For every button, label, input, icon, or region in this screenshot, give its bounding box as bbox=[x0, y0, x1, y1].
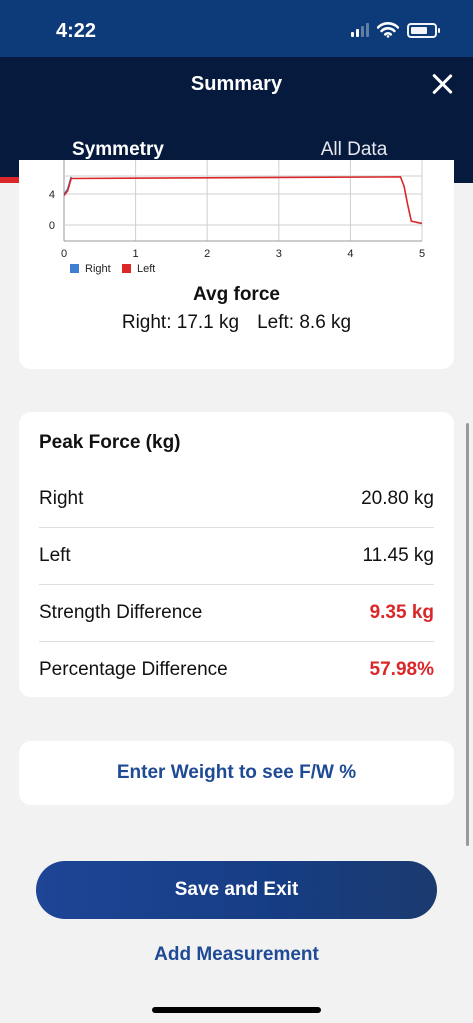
row-value: 9.35 kg bbox=[369, 602, 434, 623]
force-chart-card: 0 4 0 1 2 3 4 5 Right Left Avg force Right: 17.1 … bbox=[19, 160, 454, 369]
peak-row-strength-difference: Strength Difference 9.35 kg bbox=[39, 584, 434, 641]
y-tick-label: 0 bbox=[49, 220, 55, 232]
x-tick-label: 1 bbox=[133, 248, 139, 260]
x-tick-label: 5 bbox=[419, 248, 425, 260]
enter-weight-button[interactable]: Enter Weight to see F/W % bbox=[19, 741, 454, 805]
series-line-left bbox=[64, 176, 422, 225]
row-value: 20.80 kg bbox=[361, 487, 434, 509]
peak-row-right: Right 20.80 kg bbox=[39, 470, 434, 527]
row-label: Percentage Difference bbox=[39, 659, 228, 680]
home-indicator bbox=[152, 1007, 321, 1013]
force-chart: 0 4 0 1 2 3 4 5 Right Left bbox=[49, 160, 425, 275]
legend-swatch-left bbox=[122, 264, 131, 273]
x-tick-label: 3 bbox=[276, 248, 282, 260]
legend-label-left: Left bbox=[137, 263, 155, 275]
row-label: Right bbox=[39, 487, 84, 509]
status-bar: 4:22 bbox=[0, 0, 473, 57]
avg-force-right: Right: 17.1 kg bbox=[121, 312, 240, 333]
row-label: Strength Difference bbox=[39, 602, 203, 623]
status-time: 4:22 bbox=[56, 20, 97, 42]
save-and-exit-button[interactable]: Save and Exit bbox=[36, 861, 437, 919]
x-tick-label: 2 bbox=[204, 248, 210, 260]
wifi-icon bbox=[377, 22, 399, 38]
x-tick-label: 4 bbox=[347, 248, 353, 260]
page-title: Summary bbox=[190, 73, 283, 95]
row-value: 11.45 kg bbox=[362, 545, 434, 566]
legend-label-right: Right bbox=[85, 263, 111, 275]
avg-force-title: Avg force bbox=[193, 284, 280, 305]
avg-force-values: Right: 17.1 kg Left: 8.6 kg bbox=[19, 312, 454, 334]
peak-force-title: Peak Force (kg) bbox=[39, 432, 181, 453]
scrollbar[interactable] bbox=[466, 423, 469, 846]
y-tick-label: 4 bbox=[49, 189, 55, 201]
legend-swatch-right bbox=[70, 264, 79, 273]
add-measurement-link[interactable]: Add Measurement bbox=[0, 944, 473, 966]
x-tick-label: 0 bbox=[61, 248, 67, 260]
battery-icon bbox=[407, 22, 440, 38]
signal-icon bbox=[351, 23, 369, 37]
peak-row-left: Left 11.45 kg bbox=[39, 527, 434, 584]
row-value: 57.98% bbox=[369, 659, 434, 680]
peak-row-percentage-difference: Percentage Difference 57.98% bbox=[39, 641, 434, 698]
row-label: Left bbox=[39, 545, 71, 566]
peak-force-card: Peak Force (kg) Right 20.80 kg Left 11.4… bbox=[19, 412, 454, 697]
status-icons bbox=[351, 22, 440, 38]
avg-force-left: Left: 8.6 kg bbox=[257, 312, 352, 333]
close-icon[interactable] bbox=[429, 71, 455, 97]
